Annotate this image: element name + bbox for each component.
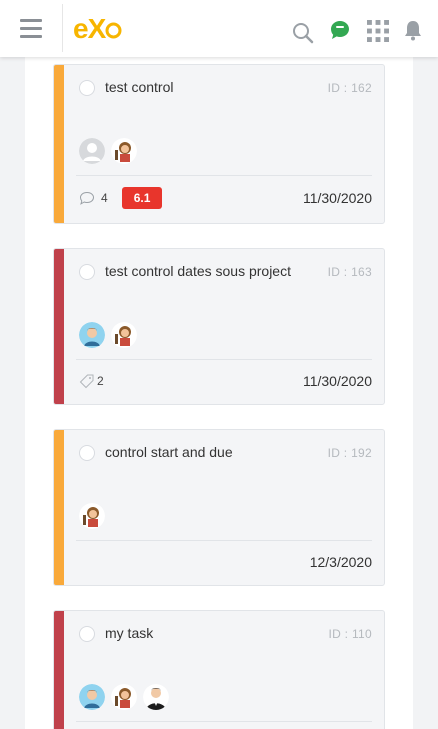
task-card[interactable]: control start and due ID : 192 12/3/2020 [53,429,385,586]
task-id: ID : 162 [327,81,372,95]
bell-icon[interactable] [402,19,424,41]
task-footer: 4 6.1 11/30/2020 [79,186,372,210]
default-avatar[interactable] [79,138,105,164]
user-avatar-cartoon[interactable] [111,138,137,164]
assignees [79,503,105,529]
apps-grid-icon[interactable] [367,20,389,42]
due-date: 11/30/2020 [302,190,372,206]
task-footer: 2 11/30/2020 [79,369,372,393]
complete-task-checkbox[interactable] [79,264,95,280]
user-avatar-blue[interactable] [79,322,105,348]
task-footer: 12/3/2020 [79,550,372,574]
label-count: 2 [97,374,104,388]
logo-letter-o [105,13,122,44]
tag-icon[interactable] [79,373,95,389]
status-stripe [54,430,64,585]
assignees [79,322,137,348]
status-stripe [54,249,64,404]
logo-letter-e: e [73,13,89,44]
search-icon[interactable] [292,22,314,44]
user-avatar-cartoon[interactable] [79,503,105,529]
comment-icon[interactable] [79,191,95,205]
card-separator [76,540,372,541]
due-date: 11/30/2020 [302,373,372,389]
exo-logo[interactable]: eX [73,13,122,45]
user-avatar-blue[interactable] [79,684,105,710]
card-separator [76,721,372,722]
user-avatar-cartoon[interactable] [111,684,137,710]
user-avatar-suit[interactable] [143,684,169,710]
top-bar: eX [0,0,438,57]
status-stripe [54,611,64,729]
task-id: ID : 163 [327,265,372,279]
logo-letter-x: X [87,13,107,44]
task-title[interactable]: test control [105,79,173,95]
chat-icon[interactable] [329,19,351,41]
assignees [79,138,137,164]
task-card[interactable]: test control ID : 162 4 6.1 11/30/2020 [53,64,385,224]
card-separator [76,359,372,360]
task-id: ID : 110 [328,627,372,641]
task-title[interactable]: test control dates sous project [105,263,291,279]
task-card[interactable]: test control dates sous project ID : 163… [53,248,385,405]
complete-task-checkbox[interactable] [79,445,95,461]
assignees [79,684,169,710]
task-id: ID : 192 [327,446,372,460]
comment-count: 4 [101,191,108,205]
header-divider [62,4,63,52]
user-avatar-cartoon[interactable] [111,322,137,348]
due-date: 12/3/2020 [309,554,372,570]
card-separator [76,175,372,176]
complete-task-checkbox[interactable] [79,626,95,642]
status-stripe [54,65,64,223]
project-badge[interactable]: 6.1 [121,187,163,209]
hamburger-menu-icon[interactable] [20,19,42,38]
task-title[interactable]: my task [105,625,153,641]
task-title[interactable]: control start and due [105,444,233,460]
complete-task-checkbox[interactable] [79,80,95,96]
task-card[interactable]: my task ID : 110 [53,610,385,729]
